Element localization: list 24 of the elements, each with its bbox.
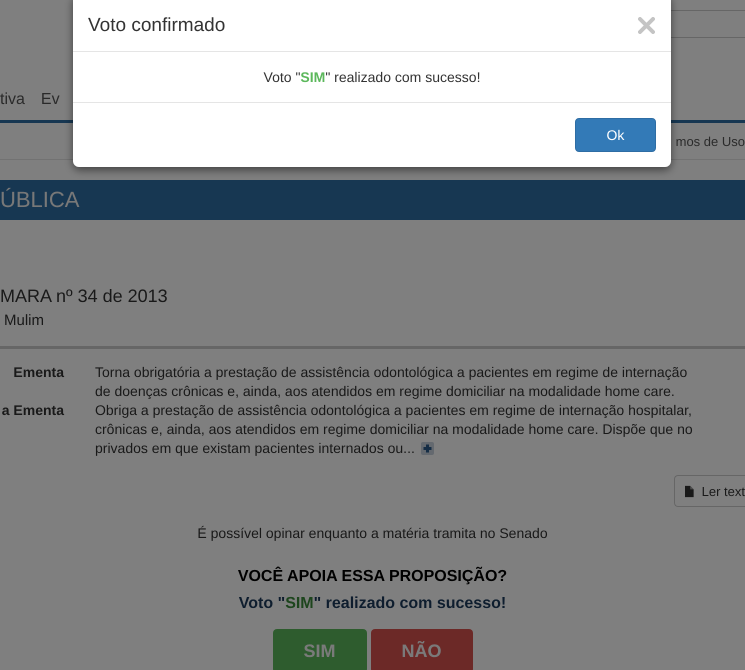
read-text-button[interactable]: Ler text: [674, 475, 745, 507]
field-value: Torna obrigatória a prestação de assistência odontológica a pacientes em regime de internação: [95, 363, 688, 382]
field-label: Ementa: [13, 364, 64, 380]
dialog-message: Voto "SIM" realizado com sucesso!: [264, 69, 480, 85]
field-value: de doenças crônicas e, ainda, aos atendidos em regime domiciliar na modalidade home care.: [95, 382, 676, 401]
field-value: privados em que existam pacientes internados ou...: [95, 439, 415, 458]
banner-title: ÚBLICA: [0, 187, 80, 213]
document-icon: [685, 484, 694, 498]
expand-icon[interactable]: [420, 442, 434, 455]
nav-link[interactable]: Ev: [40, 91, 60, 109]
field-value: Obriga a prestação de assistência odontológica a pacientes em regime de internação hospitalar,: [95, 401, 693, 420]
nav-link[interactable]: tiva: [0, 91, 25, 109]
notice-text: É possível opinar enquanto a matéria tramita no Senado: [197, 525, 548, 541]
field-label: a Ementa: [2, 402, 64, 418]
yes-button[interactable]: SIM: [272, 629, 366, 670]
terms-link[interactable]: mos de Uso: [676, 134, 745, 148]
proposal-author: Mulim: [4, 312, 44, 329]
proposal-title: MARA nº 34 de 2013: [0, 286, 169, 307]
dialog-title: Voto confirmado: [88, 14, 226, 36]
vote-question: VOCÊ APOIA ESSA PROPOSIÇÃO?: [238, 568, 508, 585]
field-value: crônicas e, ainda, aos atendidos em regime domiciliar na modalidade home care. Dispõe que no: [95, 420, 694, 439]
vote-result: Voto "SIM" realizado com sucesso!: [238, 595, 506, 612]
ok-button[interactable]: Ok: [575, 118, 656, 152]
no-button[interactable]: NÃO: [370, 629, 472, 670]
